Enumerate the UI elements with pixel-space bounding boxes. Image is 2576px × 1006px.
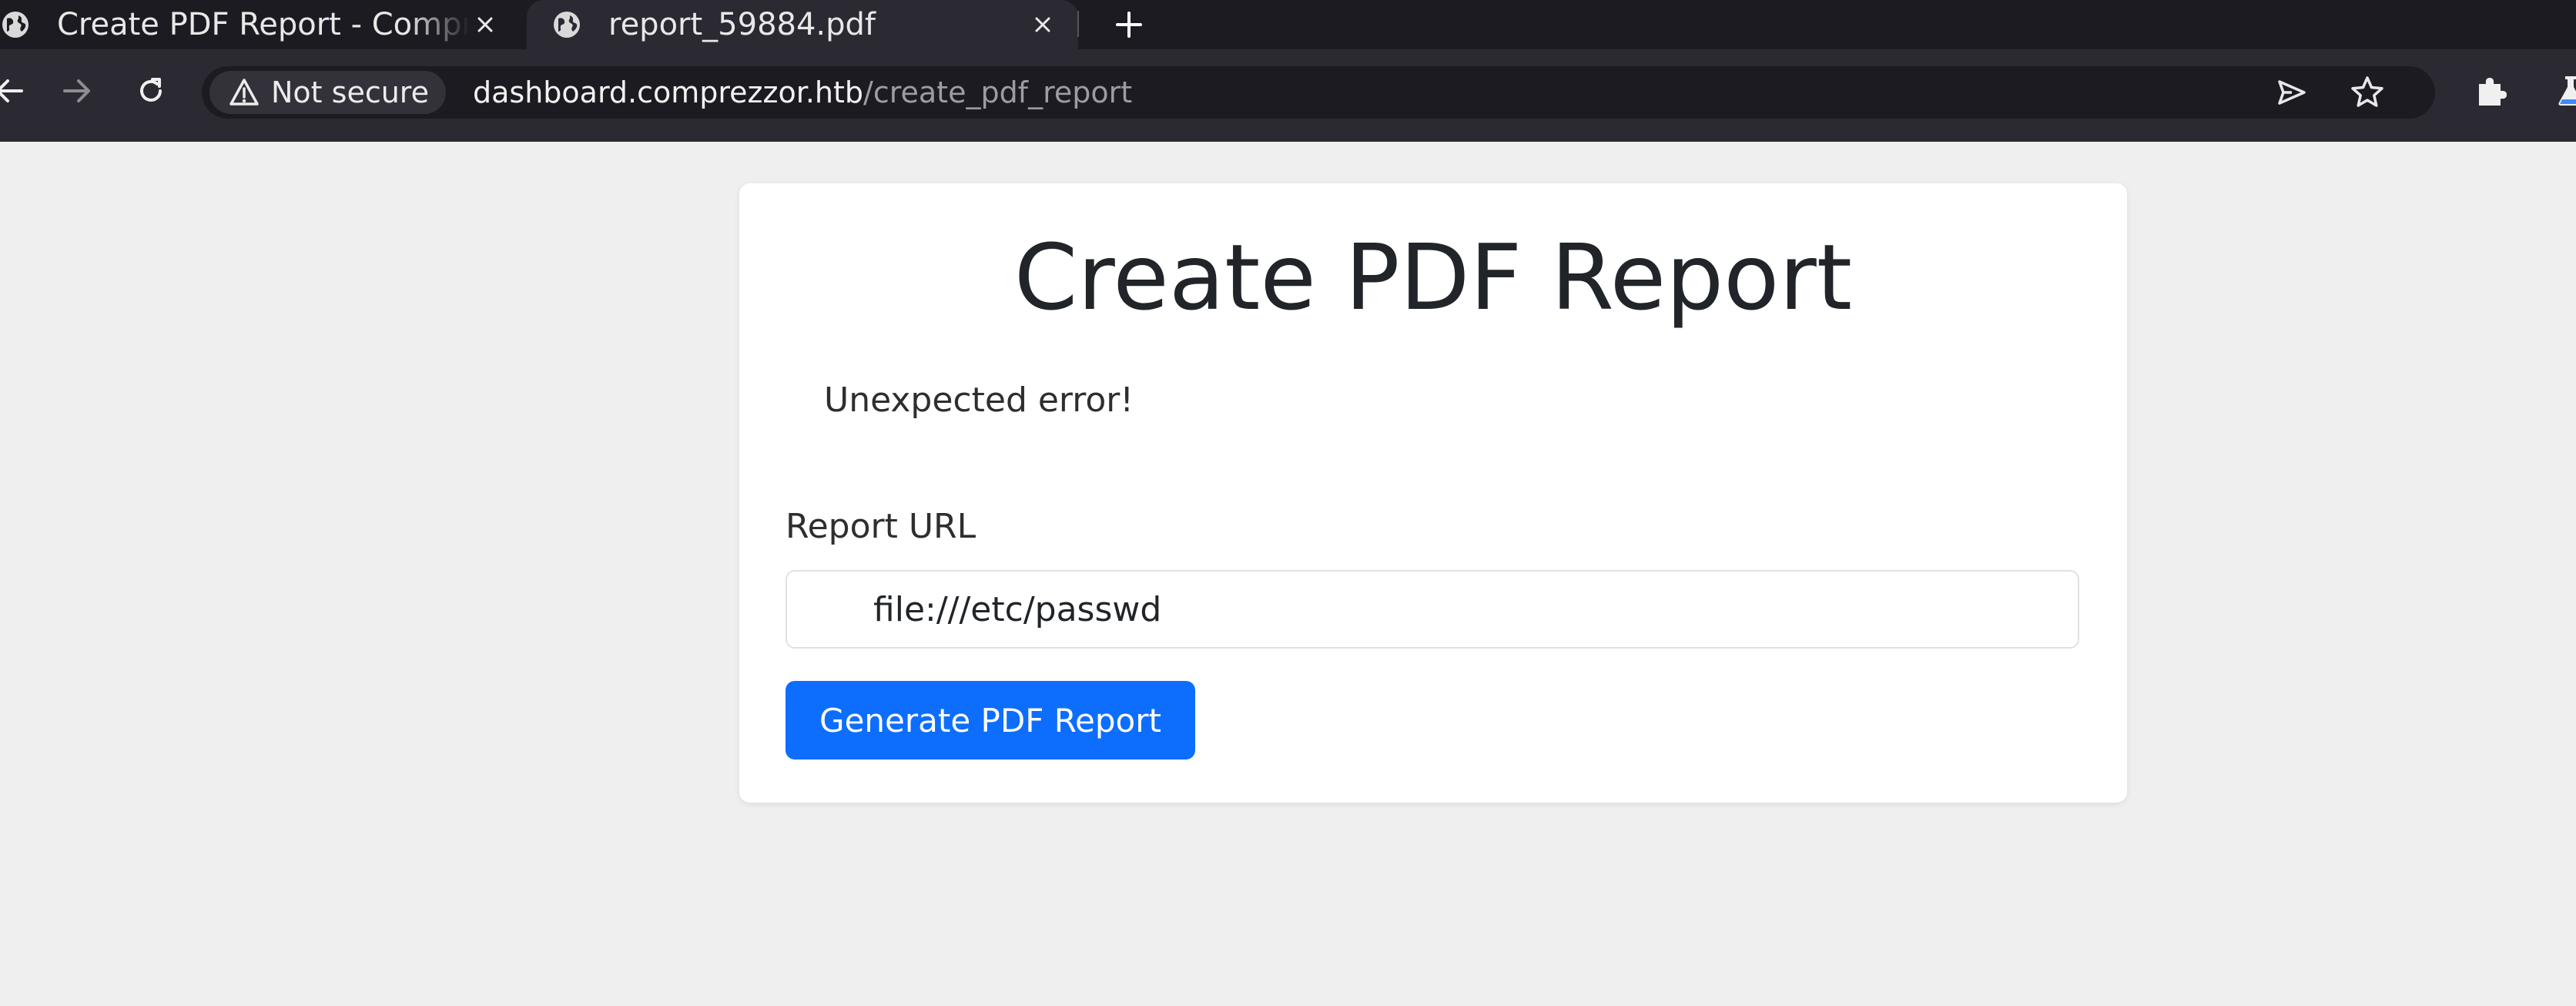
close-tab-icon[interactable] — [1027, 9, 1058, 40]
url-path: /create_pdf_report — [863, 75, 1133, 109]
generate-pdf-button[interactable]: Generate PDF Report — [786, 681, 1195, 760]
close-tab-icon[interactable] — [470, 9, 501, 40]
security-label: Not secure — [271, 75, 429, 109]
star-icon[interactable] — [2344, 69, 2390, 116]
report-url-label: Report URL — [786, 507, 976, 546]
puzzle-icon[interactable] — [2467, 68, 2514, 114]
address-bar[interactable]: Not secure dashboard.comprezzor.htb/crea… — [202, 66, 2435, 119]
globe-icon — [2, 12, 28, 38]
plus-icon[interactable] — [1112, 8, 1146, 42]
error-message: Unexpected error! — [824, 381, 1134, 420]
report-card: Create PDF Report Unexpected error! Repo… — [739, 183, 2127, 803]
browser-toolbar: Not secure dashboard.comprezzor.htb/crea… — [0, 49, 2576, 142]
reload-icon[interactable] — [128, 68, 174, 114]
forward-arrow-icon[interactable] — [54, 68, 100, 114]
report-url-input[interactable] — [786, 570, 2079, 649]
page-title: Create PDF Report — [1013, 224, 1853, 330]
globe-icon — [554, 12, 580, 38]
security-indicator[interactable]: Not secure — [209, 71, 446, 114]
back-arrow-icon[interactable] — [0, 68, 32, 114]
url-host: dashboard.comprezzor.htb — [473, 75, 864, 109]
tab-title: Create PDF Report - Comprezzor — [57, 7, 470, 42]
url-text[interactable]: dashboard.comprezzor.htb/create_pdf_repo… — [473, 66, 1132, 119]
tab-separator — [1077, 11, 1079, 37]
flask-icon[interactable] — [2548, 68, 2576, 114]
send-icon[interactable] — [2269, 69, 2315, 116]
tab-title: report_59884.pdf — [608, 7, 876, 42]
tab-report-pdf[interactable]: report_59884.pdf — [527, 0, 1078, 49]
browser-tabstrip: Create PDF Report - Comprezzor report_59… — [0, 0, 2576, 49]
warning-triangle-icon — [229, 79, 259, 106]
tab-create-pdf-report[interactable]: Create PDF Report - Comprezzor — [0, 0, 521, 49]
